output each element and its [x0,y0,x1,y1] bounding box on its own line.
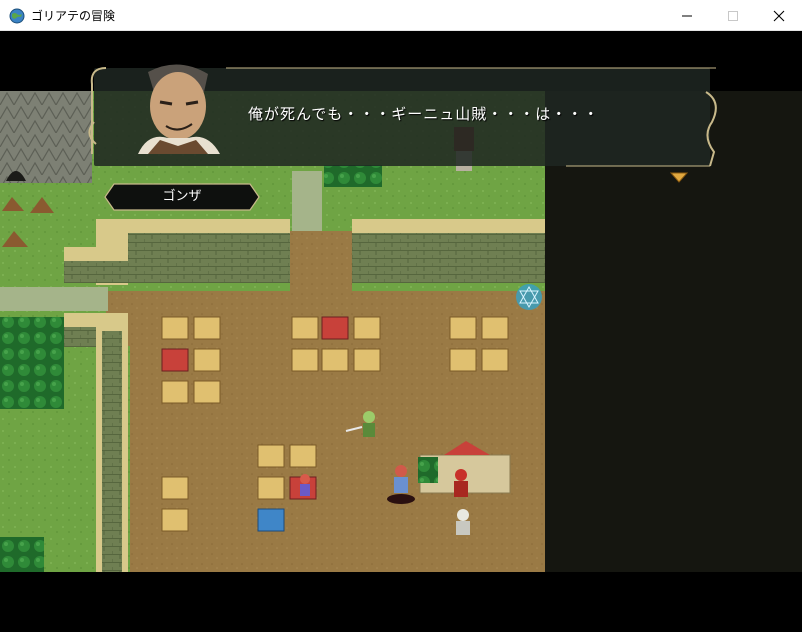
game-canvas[interactable]: 俺が死んでも・・・ギーニュ山賊・・・は・・・ ゴンザ [0,31,802,632]
path [292,171,322,231]
wall-right [352,233,545,283]
speaker-name: ゴンザ [162,189,202,204]
dialogue-text: 俺が死んでも・・・ギーニュ山賊・・・は・・・ [248,105,600,123]
mountain [0,91,92,183]
magic-circle-icon[interactable] [516,284,542,310]
wall-left [128,233,290,283]
triangle-down-icon[interactable] [670,172,688,184]
window-title: ゴリアテの冒険 [31,9,116,23]
window-titlebar: ゴリアテの冒険 [0,0,802,31]
unit-villager [300,474,310,496]
globe-app-icon [9,8,25,24]
speaker-nameplate: ゴンザ [104,183,260,211]
forest [0,317,64,409]
maximize-icon [728,10,738,21]
close-icon [773,10,785,21]
speaker-portrait [108,62,248,154]
minimize-icon [682,15,692,16]
minimize-button[interactable] [664,0,710,31]
unit-red-bandit [454,469,468,497]
unit-white-soldier [456,509,470,535]
message-window[interactable]: 俺が死んでも・・・ギーニュ山賊・・・は・・・ [86,62,717,183]
maximize-button[interactable] [710,0,756,31]
close-button[interactable] [756,0,802,31]
